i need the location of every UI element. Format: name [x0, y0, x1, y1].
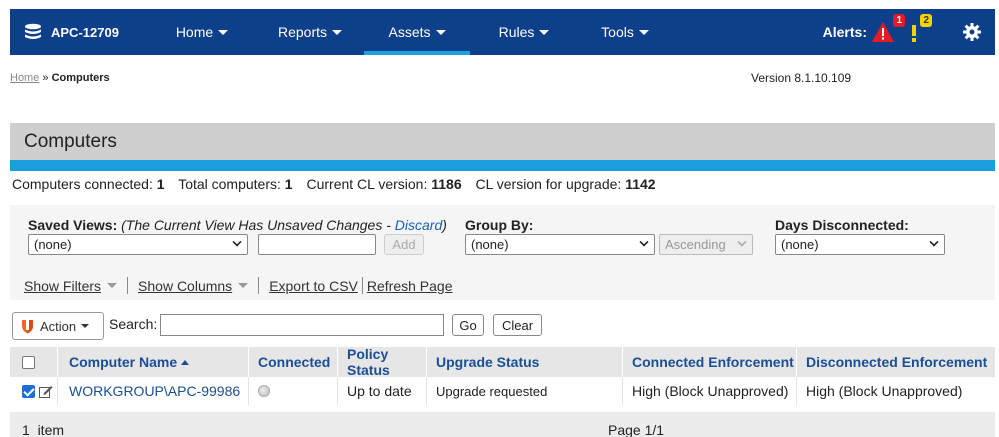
- discard-link[interactable]: Discard: [395, 217, 442, 233]
- cell-computer-name: WORKGROUP\APC-99986: [58, 377, 249, 405]
- cell-upgrade-status: Upgrade requested: [427, 377, 623, 405]
- caret-down-icon: [638, 29, 649, 35]
- warning-triangle-icon: [872, 22, 894, 42]
- alerts-label: Alerts:: [822, 24, 867, 40]
- chevron-down-icon: [639, 237, 649, 247]
- col-computer-name[interactable]: Computer Name: [58, 347, 249, 377]
- alert-critical-count: 1: [893, 14, 905, 27]
- breadcrumb: Home » Computers: [10, 72, 110, 84]
- chevron-down-icon: [737, 237, 747, 247]
- stats-line: Computers connected: 1 Total computers: …: [12, 176, 656, 192]
- filter-panel: Saved Views: (The Current View Has Unsav…: [10, 205, 995, 300]
- stat-current-cl-value: 1186: [431, 176, 462, 192]
- top-navbar: APC-12709 Home Reports Assets Rules Tool…: [10, 9, 995, 55]
- show-filters-link[interactable]: Show Filters: [24, 278, 101, 294]
- row-select-cell: [10, 377, 58, 405]
- days-disconnected-label: Days Disconnected:: [775, 217, 909, 233]
- edit-icon[interactable]: [39, 385, 53, 398]
- version-label: Version 8.1.10.109: [751, 71, 852, 85]
- caret-down-icon: [435, 29, 446, 35]
- saved-views-label: Saved Views: (The Current View Has Unsav…: [28, 217, 447, 233]
- page-title-bar: Computers: [10, 123, 995, 160]
- alert-critical[interactable]: 1: [871, 14, 905, 43]
- nav-home[interactable]: Home: [148, 9, 256, 55]
- clear-button[interactable]: Clear: [493, 314, 542, 336]
- stat-connected-label: Computers connected:: [12, 176, 153, 192]
- sort-ascending-icon: [181, 359, 190, 365]
- instance-name: APC-12709: [51, 24, 119, 40]
- breadcrumb-current: Computers: [51, 72, 110, 84]
- refresh-page-link[interactable]: Refresh Page: [367, 278, 453, 294]
- breadcrumb-home[interactable]: Home: [10, 72, 39, 84]
- col-connected[interactable]: Connected: [249, 347, 338, 377]
- table-footer: 1 item Page 1/1: [10, 412, 995, 437]
- caret-down-icon: [107, 283, 118, 288]
- action-button[interactable]: Action: [12, 312, 104, 340]
- cell-disconnected-enforcement: High (Block Unapproved): [806, 383, 963, 399]
- filter-links: Show Filters Show Columns Export to CSV …: [24, 277, 453, 294]
- stat-total-value: 1: [284, 176, 293, 192]
- row-checkbox[interactable]: [22, 384, 35, 398]
- cell-connected: [249, 377, 338, 405]
- database-icon: [25, 23, 41, 39]
- col-upgrade-status[interactable]: Upgrade Status: [427, 347, 623, 377]
- alerts[interactable]: Alerts: 1: [822, 14, 905, 43]
- caret-down-icon: [218, 29, 229, 35]
- search-label: Search:: [109, 316, 158, 332]
- table-header: Computer Name Connected Policy Status Up…: [10, 346, 995, 378]
- brand[interactable]: APC-12709: [10, 9, 148, 55]
- view-name-input[interactable]: [258, 234, 376, 255]
- nav-right: Alerts: 1 2: [823, 9, 995, 55]
- shield-icon: [22, 319, 33, 333]
- nav-tools[interactable]: Tools: [578, 9, 672, 55]
- breadcrumb-separator: »: [39, 72, 52, 84]
- nav-reports[interactable]: Reports: [256, 9, 364, 55]
- caret-down-icon: [539, 29, 550, 35]
- stat-connected-value: 1: [156, 176, 165, 192]
- stat-upgrade-cl-label: CL version for upgrade:: [475, 176, 622, 192]
- go-button[interactable]: Go: [452, 314, 484, 336]
- gear-icon[interactable]: [963, 23, 981, 41]
- chevron-down-icon: [232, 237, 242, 247]
- cell-policy-status: Up to date: [338, 377, 427, 405]
- cell-connected-enforcement: High (Block Unapproved): [623, 377, 797, 405]
- stat-current-cl-label: Current CL version:: [306, 176, 428, 192]
- alert-warning-count: 2: [920, 14, 932, 27]
- col-policy-status[interactable]: Policy Status: [338, 346, 427, 378]
- stat-upgrade-cl-value: 1142: [625, 176, 656, 192]
- page-title: Computers: [24, 130, 117, 152]
- computer-name-link[interactable]: WORKGROUP\APC-99986: [69, 383, 240, 399]
- unsaved-changes-note: (The Current View Has Unsaved Changes - …: [121, 217, 447, 233]
- group-by-select[interactable]: (none): [465, 234, 655, 255]
- caret-down-icon: [332, 29, 343, 35]
- select-all-cell: [10, 347, 58, 377]
- disconnected-status-icon: [258, 385, 270, 397]
- page-indicator: Page 1/1: [608, 422, 665, 437]
- nav-assets[interactable]: Assets: [364, 9, 470, 55]
- group-by-label: Group By:: [465, 217, 534, 233]
- days-disconnected-select[interactable]: (none): [775, 234, 945, 255]
- search-input[interactable]: [160, 314, 444, 336]
- saved-views-select[interactable]: (none): [28, 234, 248, 255]
- caret-down-icon: [238, 283, 249, 288]
- col-disconnected-enforcement[interactable]: Disconnected Enforcement: [797, 347, 995, 377]
- title-accent-stripe: [10, 160, 995, 171]
- table-row: WORKGROUP\APC-99986 Up to date Upgrade r…: [10, 377, 995, 405]
- col-connected-enforcement[interactable]: Connected Enforcement: [623, 347, 797, 377]
- caret-down-icon: [81, 324, 90, 328]
- chevron-down-icon: [929, 237, 939, 247]
- stat-total-label: Total computers:: [178, 176, 281, 192]
- item-count: 1 item: [22, 422, 65, 437]
- select-all-checkbox[interactable]: [22, 355, 35, 369]
- sort-order-select[interactable]: Ascending: [659, 234, 753, 255]
- add-view-button[interactable]: Add: [384, 234, 424, 255]
- export-csv-link[interactable]: Export to CSV: [269, 278, 358, 294]
- show-columns-link[interactable]: Show Columns: [138, 278, 232, 294]
- alert-warning[interactable]: 2: [909, 14, 932, 43]
- nav-rules[interactable]: Rules: [470, 9, 578, 55]
